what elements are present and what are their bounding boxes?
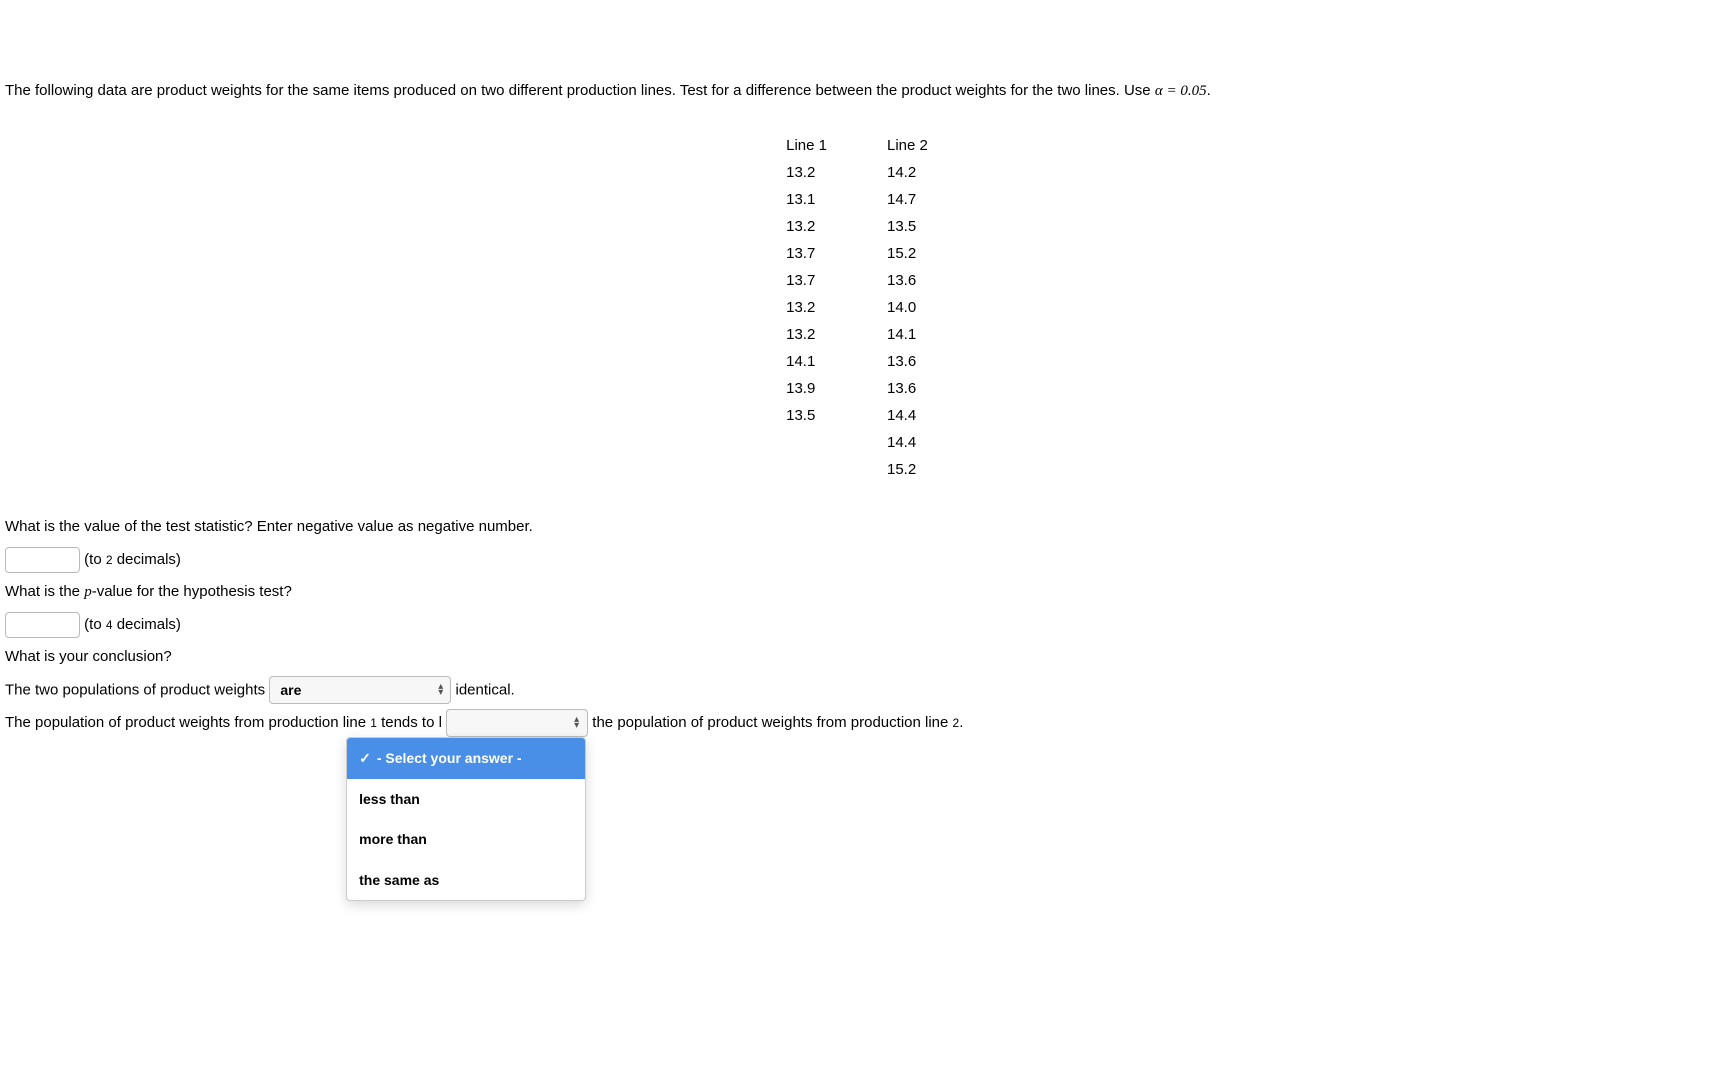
table-cell: 13.6 [857, 375, 958, 402]
conclusion-line1-prefix: The two populations of product weights [5, 681, 269, 698]
table-row: 15.2 [756, 456, 958, 483]
table-cell: 14.4 [857, 429, 958, 456]
problem-statement: The following data are product weights f… [0, 0, 1714, 112]
conclusion-line2-prefix: The population of product weights from p… [5, 714, 370, 731]
dropdown-option-more[interactable]: more than [347, 819, 585, 860]
table-row: 13.213.5 [756, 213, 958, 240]
table-cell [756, 429, 857, 456]
table-cell: 14.1 [756, 348, 857, 375]
conclusion-line2-suffix2: . [959, 714, 963, 731]
table-row: 13.214.1 [756, 321, 958, 348]
table-cell: 13.7 [756, 240, 857, 267]
q2-suffix2: decimals) [113, 616, 181, 633]
q3-prompt: What is your conclusion? [5, 643, 1709, 672]
table-row: 13.913.6 [756, 375, 958, 402]
table-row: 13.713.6 [756, 267, 958, 294]
table-cell: 13.2 [756, 321, 857, 348]
table-cell: 13.7 [756, 267, 857, 294]
conclusion-line2-mid: tends to l [377, 714, 442, 731]
table-cell: 15.2 [857, 456, 958, 483]
table-row: 14.4 [756, 429, 958, 456]
table-cell: 14.2 [857, 159, 958, 186]
q2-decnum: 4 [106, 618, 113, 632]
q2-suffix: -value for the hypothesis test? [92, 583, 292, 600]
q1-prompt: What is the value of the test statistic?… [5, 513, 1709, 542]
table-row: 13.214.0 [756, 294, 958, 321]
q2-p: p [84, 584, 92, 600]
test-statistic-input[interactable] [5, 547, 80, 573]
table-cell: 13.2 [756, 159, 857, 186]
dropdown-option-same[interactable]: the same as [347, 860, 585, 901]
table-row: 13.114.7 [756, 186, 958, 213]
table-header-row: Line 1 Line 2 [756, 132, 958, 159]
table-row: 13.715.2 [756, 240, 958, 267]
table-cell: 14.7 [857, 186, 958, 213]
q2-suffix1: (to [84, 616, 106, 633]
dropdown-option-placeholder[interactable]: ✓ - Select your answer - [347, 738, 585, 779]
table-cell [756, 456, 857, 483]
table-cell: 13.6 [857, 267, 958, 294]
table-cell: 13.1 [756, 186, 857, 213]
check-icon: ✓ [359, 750, 371, 766]
table-cell: 14.1 [857, 321, 958, 348]
table-cell: 13.5 [756, 402, 857, 429]
q1-decnum: 2 [106, 553, 113, 567]
table-cell: 13.5 [857, 213, 958, 240]
data-table-container: Line 1 Line 2 13.214.213.114.713.213.513… [0, 132, 1714, 483]
alpha-expression: α = 0.05 [1155, 83, 1207, 99]
table-cell: 14.0 [857, 294, 958, 321]
table-row: 13.514.4 [756, 402, 958, 429]
q1-suffix1: (to [84, 551, 106, 568]
table-cell: 14.4 [857, 402, 958, 429]
line-number-1: 1 [370, 716, 377, 730]
header-line1: Line 1 [756, 132, 857, 159]
q2-prefix: What is the [5, 583, 84, 600]
comparison-select[interactable]: ▴▾ [446, 709, 588, 737]
header-line2: Line 2 [857, 132, 958, 159]
data-table: Line 1 Line 2 13.214.213.114.713.213.513… [756, 132, 958, 483]
table-row: 14.113.6 [756, 348, 958, 375]
conclusion-line2-suffix1: the population of product weights from p… [592, 714, 952, 731]
table-cell: 13.9 [756, 375, 857, 402]
table-cell: 13.2 [756, 294, 857, 321]
select-arrows-icon: ▴▾ [574, 717, 579, 729]
table-cell: 13.6 [857, 348, 958, 375]
dropdown-placeholder-text: - Select your answer - [377, 750, 522, 766]
q1-suffix2: decimals) [113, 551, 181, 568]
intro-period: . [1207, 82, 1211, 99]
table-cell: 13.2 [756, 213, 857, 240]
dropdown-option-less[interactable]: less than [347, 779, 585, 820]
conclusion-line1-suffix: identical. [456, 681, 515, 698]
comparison-dropdown: ✓ - Select your answer - less than more t… [346, 737, 586, 901]
p-value-input[interactable] [5, 612, 80, 638]
table-row: 13.214.2 [756, 159, 958, 186]
table-cell: 15.2 [857, 240, 958, 267]
intro-text: The following data are product weights f… [5, 82, 1155, 99]
identical-select[interactable]: are [269, 676, 451, 704]
